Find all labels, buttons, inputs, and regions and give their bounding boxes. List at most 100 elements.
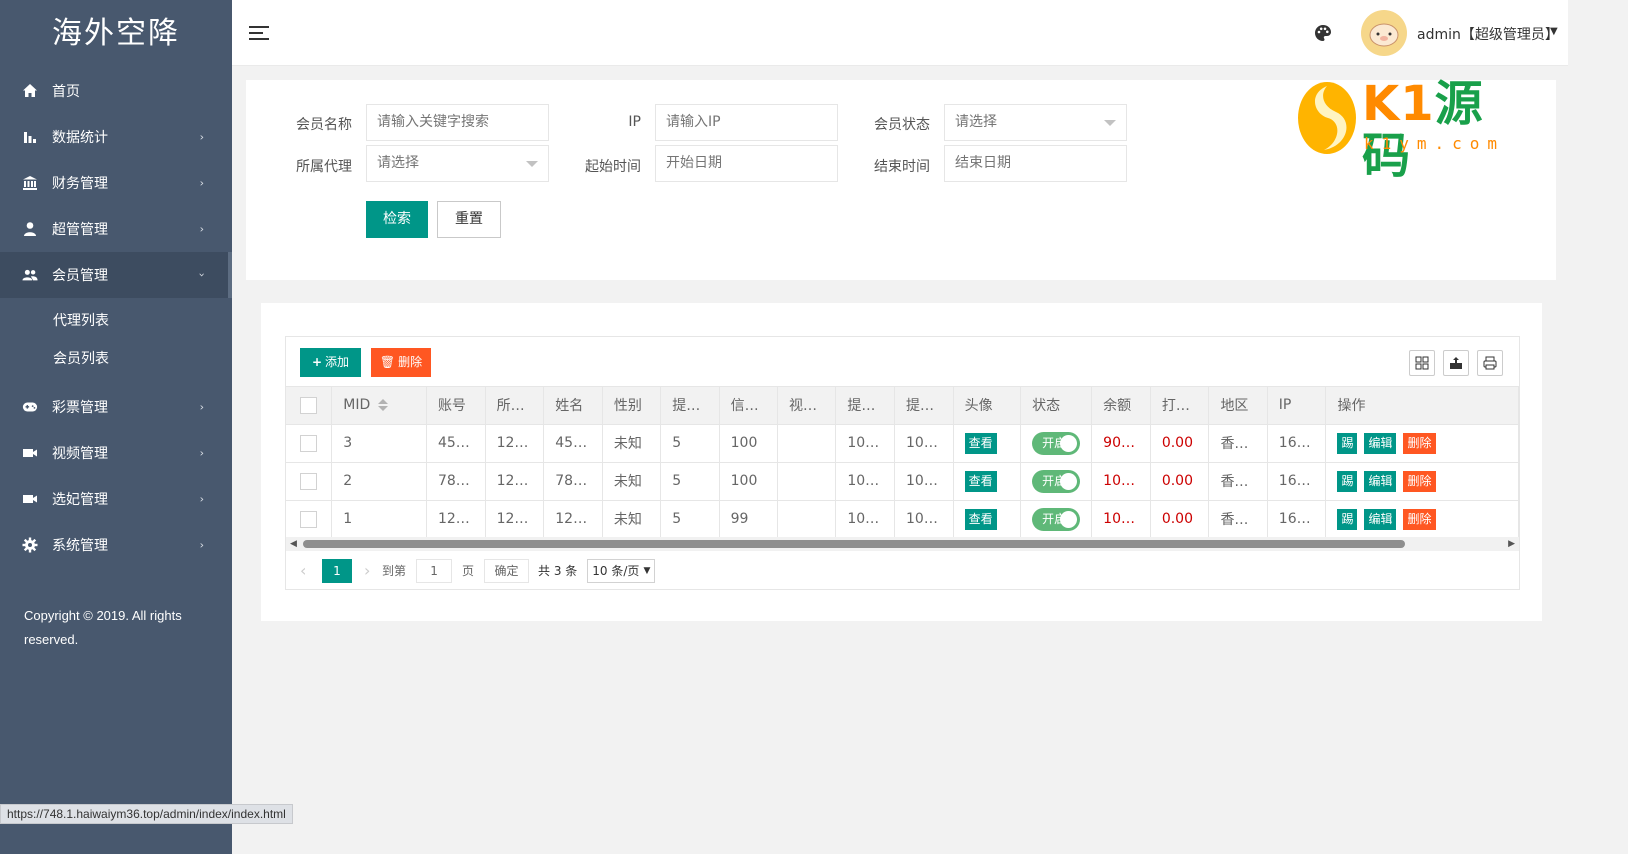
column-header: 所… (485, 387, 545, 425)
ip-input[interactable]: 请输入IP (655, 104, 838, 141)
column-header: 姓名 (543, 387, 603, 425)
delete-button[interactable]: 删除 (1403, 432, 1436, 454)
select-all-checkbox[interactable] (286, 387, 333, 425)
status-toggle[interactable]: 开启 (1032, 507, 1081, 531)
sort-icon[interactable] (378, 399, 389, 412)
status-toggle[interactable]: 开启 (1032, 469, 1081, 493)
current-page[interactable]: 1 (322, 558, 352, 583)
search-button[interactable]: 检索 (366, 201, 428, 238)
export-icon[interactable] (1443, 350, 1469, 376)
table-cell: 16… (1267, 500, 1327, 539)
table-cell: 100 (719, 462, 778, 501)
table-cell: 12… (485, 424, 545, 463)
add-button[interactable]: + 添加 (300, 348, 361, 377)
ip-label: IP (628, 114, 641, 130)
chevron-right-icon: › (199, 222, 204, 236)
kick-button[interactable]: 踢 (1337, 508, 1358, 530)
start-date-input[interactable]: 开始日期 (655, 145, 838, 182)
next-page-icon[interactable]: › (364, 561, 382, 580)
column-header: 头像 (953, 387, 1022, 425)
bar-chart-icon (22, 129, 38, 145)
end-date-input[interactable]: 结束日期 (944, 145, 1127, 182)
row-checkbox[interactable] (286, 424, 333, 463)
chevron-down-icon: ▼ (643, 565, 651, 576)
table-cell: 香… (1208, 424, 1268, 463)
member-name-label: 会员名称 (296, 117, 352, 133)
table-cell (777, 424, 837, 463)
column-header: 操作 (1325, 387, 1519, 425)
sidebar-item-super-admin[interactable]: 超管管理 › (0, 206, 232, 252)
bet-cell: 0.00 (1150, 424, 1210, 463)
gear-icon (22, 537, 38, 553)
edit-button[interactable]: 编辑 (1364, 470, 1397, 492)
sidebar-item-home[interactable]: 首页 (0, 68, 232, 114)
chevron-right-icon: › (199, 176, 204, 190)
view-avatar-button[interactable]: 查看 (964, 432, 997, 454)
sidebar-subitem-member-list[interactable]: 会员列表 (0, 340, 232, 378)
sidebar-item-label: 视频管理 (52, 446, 108, 462)
page-size-select[interactable]: 10 条/页 ▼ (587, 558, 656, 583)
table-cell: 2 (331, 462, 427, 501)
column-header: 视… (777, 387, 837, 425)
sidebar-subitem-agent-list[interactable]: 代理列表 (0, 302, 232, 340)
palette-icon[interactable] (1314, 24, 1332, 42)
table-cell: 未知 (602, 462, 662, 501)
sidebar-item-videos[interactable]: 视频管理 › (0, 430, 232, 476)
current-user-name[interactable]: admin【超级管理员】 (1417, 24, 1559, 44)
reset-button[interactable]: 重置 (437, 201, 501, 238)
chevron-right-icon: › (199, 446, 204, 460)
sidebar-item-finance[interactable]: 财务管理 › (0, 160, 232, 206)
column-header: IP (1267, 387, 1327, 425)
scroll-right-icon[interactable]: ▶ (1508, 539, 1515, 549)
sidebar-item-label: 超管管理 (52, 222, 108, 238)
table-cell: 开启 (1020, 462, 1093, 501)
batch-delete-button[interactable]: 🗑 删除 (371, 348, 431, 377)
table-cell: 未知 (602, 500, 662, 539)
table-cell: 10… (835, 500, 895, 539)
table-cell: 12… (543, 500, 603, 539)
table-cell: 78… (543, 462, 603, 501)
bet-cell: 0.00 (1150, 462, 1210, 501)
balance-cell: 90… (1091, 424, 1151, 463)
row-checkbox[interactable] (286, 462, 333, 501)
delete-button[interactable]: 删除 (1403, 508, 1436, 530)
delete-button[interactable]: 删除 (1403, 470, 1436, 492)
prev-page-icon[interactable]: ‹ (300, 561, 318, 580)
sidebar-item-statistics[interactable]: 数据统计 › (0, 114, 232, 160)
sidebar-item-label: 数据统计 (52, 130, 108, 146)
goto-confirm-button[interactable]: 确定 (484, 558, 530, 583)
sidebar-item-members[interactable]: 会员管理 › (0, 252, 232, 298)
scroll-left-icon[interactable]: ◀ (290, 539, 297, 549)
video-icon (22, 491, 38, 507)
sidebar-item-selection[interactable]: 选妃管理 › (0, 476, 232, 522)
menu-toggle-icon[interactable] (249, 26, 269, 41)
horizontal-scrollbar[interactable]: ◀ ▶ (286, 537, 1519, 551)
goto-page-input[interactable]: 1 (416, 558, 453, 583)
member-name-input[interactable]: 请输入关键字搜索 (366, 104, 549, 141)
caret-down-icon[interactable]: ▼ (1550, 26, 1558, 37)
column-header: 提… (835, 387, 895, 425)
column-header[interactable]: MID (331, 387, 427, 425)
agent-select[interactable]: 请选择 (366, 145, 549, 182)
top-header: admin【超级管理员】 ▼ (232, 0, 1568, 66)
columns-filter-icon[interactable] (1409, 350, 1435, 376)
start-date-label: 起始时间 (585, 159, 641, 175)
status-toggle[interactable]: 开启 (1032, 431, 1081, 455)
sidebar-item-label: 系统管理 (52, 538, 108, 554)
avatar[interactable] (1361, 10, 1407, 56)
kick-button[interactable]: 踢 (1337, 432, 1358, 454)
member-status-select[interactable]: 请选择 (944, 104, 1127, 141)
edit-button[interactable]: 编辑 (1364, 508, 1397, 530)
chevron-right-icon: › (199, 538, 204, 552)
kick-button[interactable]: 踢 (1337, 470, 1358, 492)
table-cell (777, 500, 837, 539)
view-avatar-button[interactable]: 查看 (964, 508, 997, 530)
scrollbar-thumb[interactable] (303, 540, 1405, 548)
edit-button[interactable]: 编辑 (1364, 432, 1397, 454)
view-avatar-button[interactable]: 查看 (964, 470, 997, 492)
sidebar-item-system[interactable]: 系统管理 › (0, 522, 232, 568)
print-icon[interactable] (1477, 350, 1503, 376)
row-checkbox[interactable] (286, 500, 333, 539)
sidebar-item-label: 彩票管理 (52, 400, 108, 416)
sidebar-item-lottery[interactable]: 彩票管理 › (0, 384, 232, 430)
